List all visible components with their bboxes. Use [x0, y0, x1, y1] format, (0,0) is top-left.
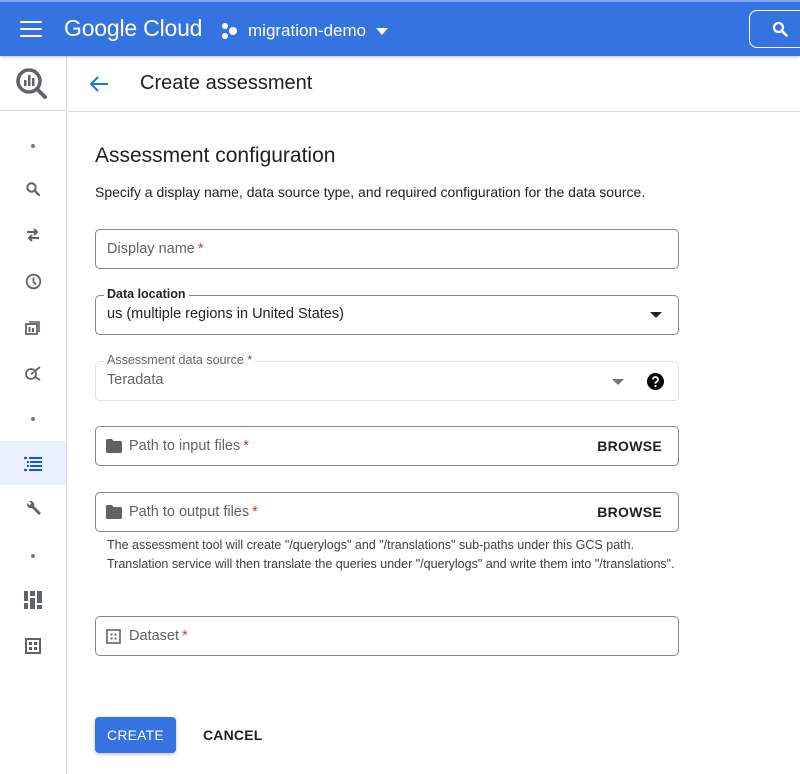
cancel-button[interactable]: CANCEL	[195, 717, 271, 753]
top-app-bar: Google Cloud migration-demo	[0, 0, 800, 56]
bigquery-icon[interactable]	[0, 56, 66, 111]
arrow-back-icon	[89, 76, 108, 92]
input-path-field[interactable]: Path to input files * BROWSE	[95, 426, 679, 466]
project-icon	[222, 23, 240, 39]
browse-output-button[interactable]: BROWSE	[597, 504, 662, 520]
page-header: Create assessment	[68, 56, 800, 112]
transfer-icon	[27, 228, 39, 242]
output-path-placeholder: Path to output files *	[129, 504, 258, 520]
dataset-icon	[106, 629, 121, 644]
nav-item-data-transfers[interactable]	[0, 213, 66, 257]
nav-item-dashboards[interactable]	[0, 578, 66, 622]
data-source-label: Assessment data source *	[104, 353, 256, 367]
dot-icon	[31, 144, 35, 148]
nav-item-analytics-hub[interactable]	[0, 305, 66, 349]
table-icon	[25, 638, 41, 654]
display-name-placeholder: Display name *	[107, 241, 204, 257]
help-icon[interactable]	[647, 373, 664, 390]
google-cloud-logo[interactable]: Google Cloud	[64, 15, 202, 42]
data-location-value: us (multiple regions in United States)	[107, 306, 344, 322]
folder-icon	[106, 439, 122, 453]
chevron-down-icon	[376, 27, 389, 35]
data-location-select[interactable]: Data location us (multiple regions in Un…	[95, 287, 679, 335]
section-heading: Assessment configuration	[95, 144, 336, 167]
section-description: Specify a display name, data source type…	[95, 184, 646, 200]
assessment-data-source-select[interactable]: Assessment data source * Teradata	[95, 353, 679, 401]
list-icon	[24, 456, 42, 471]
product-nav-sidebar	[0, 56, 67, 774]
wrench-icon	[26, 500, 41, 515]
nav-item-dot-2[interactable]	[0, 397, 66, 441]
main-menu-icon[interactable]	[20, 21, 42, 37]
nav-item-tables[interactable]	[0, 624, 66, 668]
nav-item-tools[interactable]	[0, 486, 66, 530]
clock-icon	[25, 273, 41, 289]
nav-item-dataflow[interactable]	[0, 351, 66, 395]
dropdown-arrow-icon	[650, 312, 662, 318]
dropdown-arrow-icon	[612, 379, 624, 385]
output-path-help-text: The assessment tool will create "/queryl…	[107, 538, 675, 571]
dashboard-icon	[24, 591, 42, 609]
nav-item-dot-1[interactable]	[0, 124, 66, 168]
nav-item-migration-assessment[interactable]	[0, 441, 66, 485]
dot-icon	[31, 554, 35, 558]
project-picker[interactable]: migration-demo	[222, 18, 389, 44]
input-path-placeholder: Path to input files *	[129, 438, 249, 454]
nav-item-scheduled-queries[interactable]	[0, 259, 66, 303]
folder-icon	[106, 505, 122, 519]
data-source-value: Teradata	[107, 372, 164, 388]
browse-input-button[interactable]: BROWSE	[597, 438, 662, 454]
back-button[interactable]	[88, 73, 110, 100]
analytics-hub-icon	[24, 321, 40, 335]
output-path-field[interactable]: Path to output files * BROWSE	[95, 492, 679, 532]
dataflow-icon	[25, 366, 41, 381]
page-title: Create assessment	[140, 72, 313, 94]
create-button[interactable]: CREATE	[95, 717, 176, 753]
project-name: migration-demo	[248, 21, 367, 40]
nav-item-search[interactable]	[0, 167, 66, 211]
search-icon	[772, 21, 788, 37]
data-location-label: Data location	[104, 287, 189, 301]
dataset-placeholder: Dataset *	[129, 628, 188, 644]
dataset-field[interactable]: Dataset *	[95, 616, 679, 656]
dot-icon	[31, 417, 35, 421]
search-icon	[26, 182, 41, 197]
display-name-input[interactable]: Display name *	[95, 229, 679, 269]
nav-item-dot-3[interactable]	[0, 534, 66, 578]
search-button[interactable]	[749, 10, 800, 48]
